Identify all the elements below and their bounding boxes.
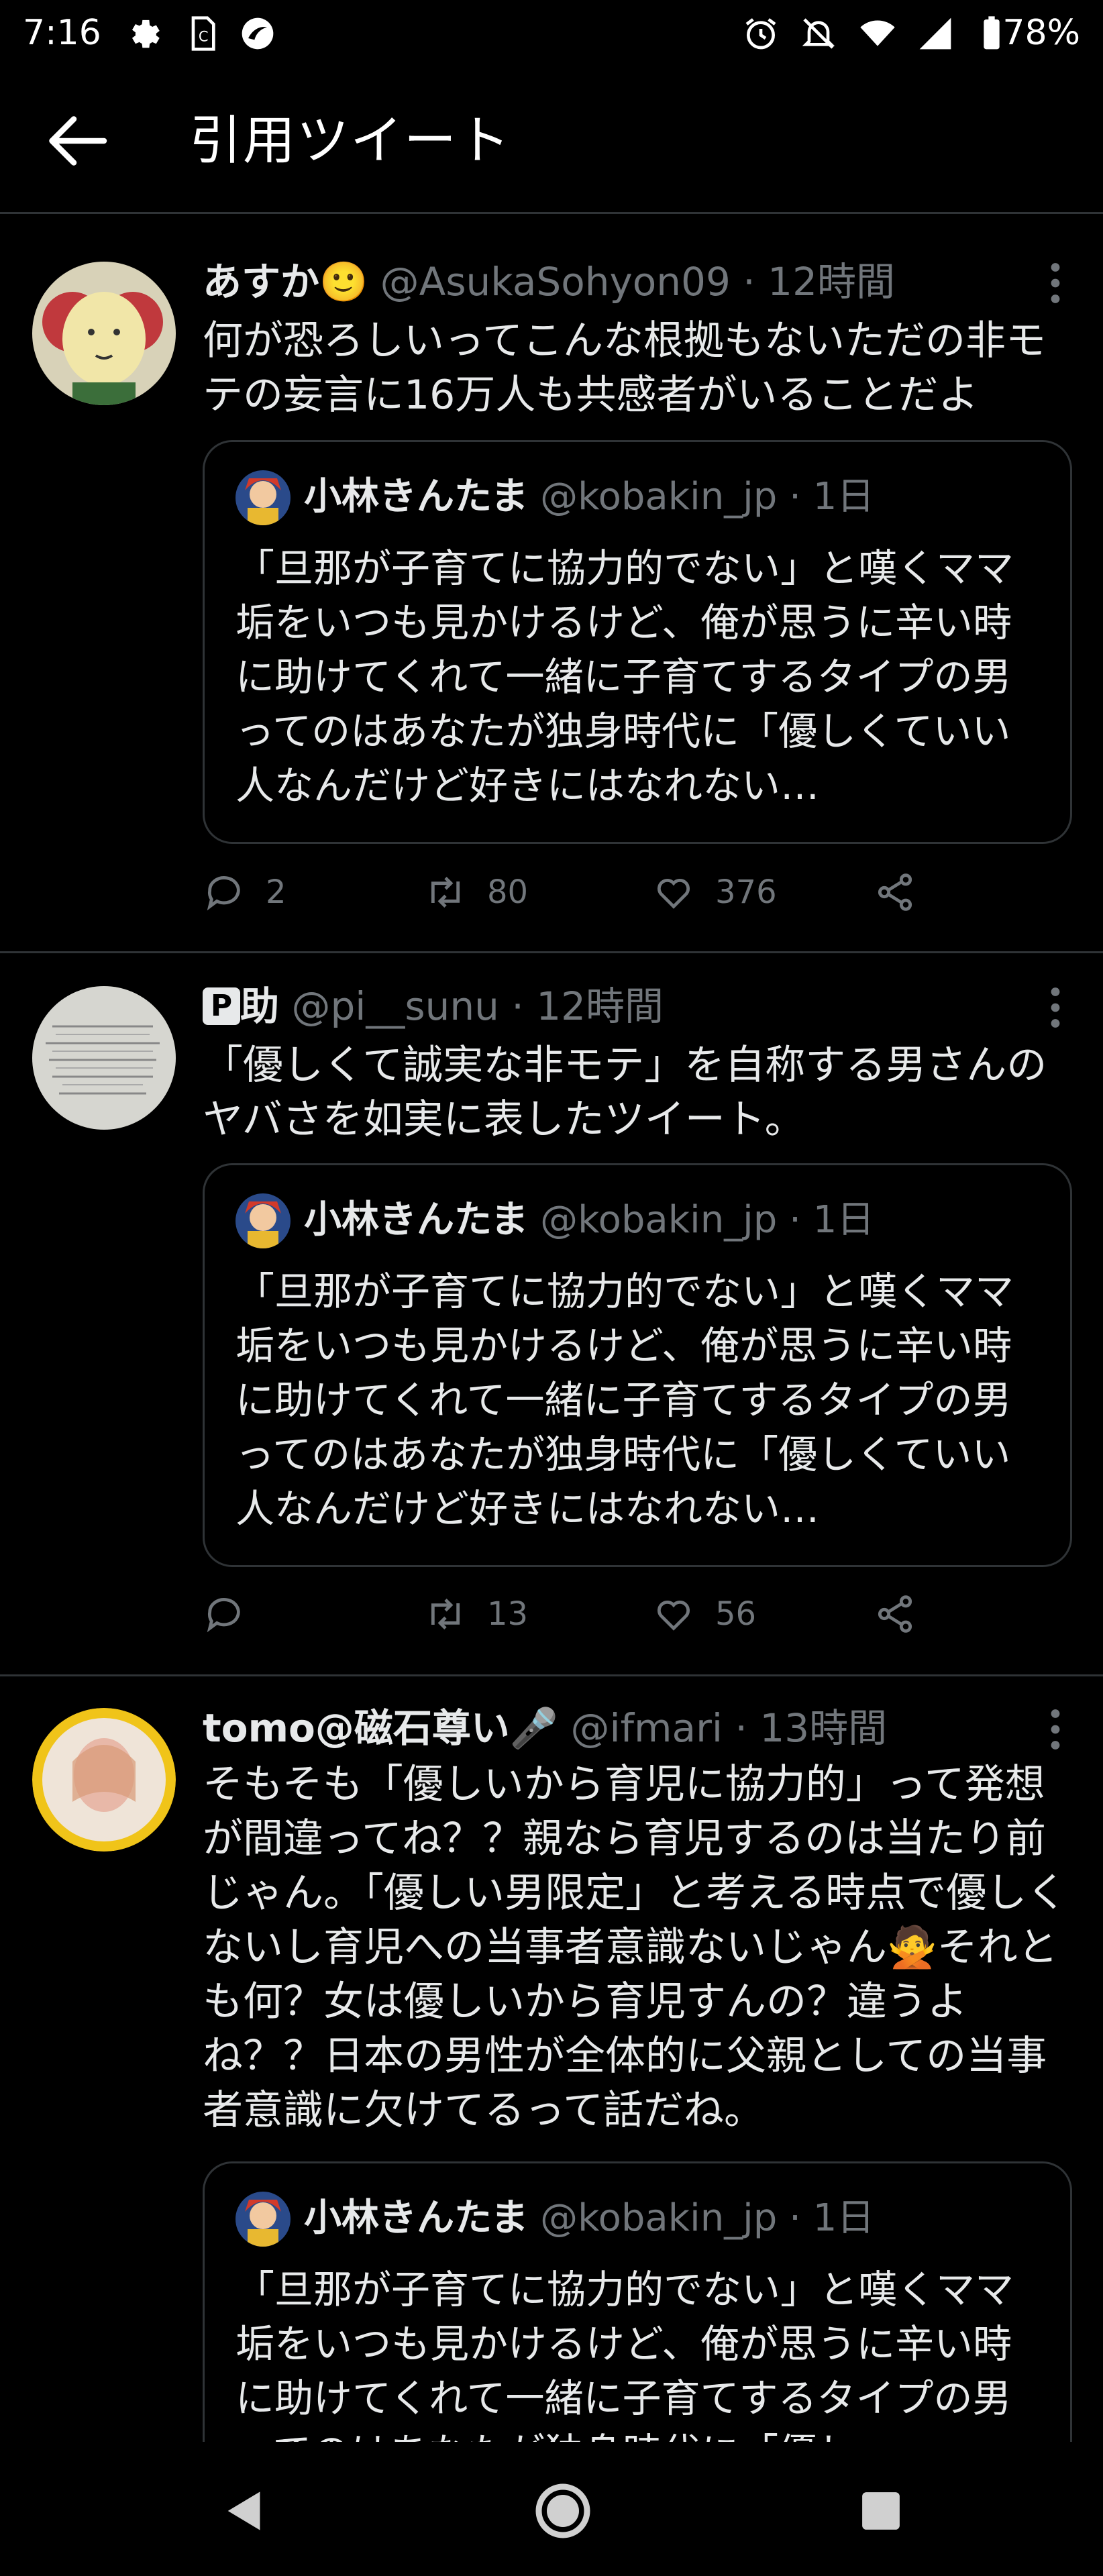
divider [0, 951, 1103, 953]
retweet-button[interactable]: 13 [424, 1587, 528, 1641]
tweet-text: そもそも「優しいから育児に協力的」って発想が間違ってね？？親なら育児するのは当た… [203, 1761, 1067, 2134]
tweet-header: tomo@磁石尊い🎤 @ifmari · 13時間 [203, 1705, 888, 1751]
quote-header: 小林きんたま @kobakin_jp · 1日 [304, 1198, 875, 1242]
tweet[interactable]: P助 @pi__sunu · 12時間 「優しくて誠実な非モテ」を自称する男さん… [0, 959, 1103, 1668]
quote-header: 小林きんたま @kobakin_jp · 1日 [304, 475, 875, 519]
nav-home-icon[interactable] [533, 2481, 593, 2541]
quote-user-handle: @kobakin_jp [540, 475, 778, 519]
reply-count: 2 [266, 873, 286, 911]
quote-avatar [235, 2192, 291, 2247]
user-name[interactable]: あすか🙂 [203, 259, 368, 305]
sim-icon: C [191, 16, 215, 51]
like-button[interactable]: 56 [652, 1587, 756, 1641]
avatar[interactable] [32, 262, 176, 405]
share-button[interactable] [874, 865, 937, 919]
quote-text: 「旦那が子育てに協力的でない」と嘆くママ垢をいつも見かけるけど、俺が思うに辛い時… [235, 1269, 1014, 1532]
user-handle[interactable]: @pi__sunu [291, 983, 498, 1029]
loop-icon [242, 17, 274, 50]
more-options-icon[interactable] [1045, 1708, 1065, 1751]
more-options-icon[interactable] [1045, 262, 1065, 305]
quote-text: 「旦那が子育てに協力的でない」と嘆くママ垢をいつも見かけるけど、俺が思うに辛い時… [235, 545, 1014, 808]
wifi-icon [860, 20, 895, 46]
back-arrow-icon[interactable] [47, 114, 107, 168]
retweet-count: 13 [487, 1595, 529, 1633]
mute-icon [802, 18, 835, 49]
reply-icon [207, 876, 240, 911]
quote-user-handle: @kobakin_jp [540, 1198, 778, 1242]
divider [0, 212, 1103, 214]
status-bar: 7:16 C 78% [0, 0, 1103, 67]
reply-button[interactable]: 2 [203, 865, 286, 919]
more-options-icon[interactable] [1045, 986, 1065, 1029]
tweet-actions: 13 56 [203, 1587, 941, 1641]
status-time: 7:16 [23, 13, 101, 53]
reply-button[interactable] [203, 1587, 266, 1641]
quoted-tweet[interactable]: 小林きんたま @kobakin_jp · 1日 「旦那が子育てに協力的でない」と… [203, 2161, 1072, 2442]
avatar[interactable] [32, 1708, 176, 1851]
user-handle[interactable]: @AsukaSohyon09 [380, 259, 731, 305]
share-icon [878, 1595, 912, 1633]
avatar[interactable] [32, 986, 176, 1130]
heart-icon [657, 1600, 690, 1631]
retweet-button[interactable]: 80 [424, 865, 528, 919]
quoted-tweet[interactable]: 小林きんたま @kobakin_jp · 1日 「旦那が子育てに協力的でない」と… [203, 440, 1072, 844]
quote-time: 1日 [812, 475, 875, 519]
quote-text: 「旦那が子育てに協力的でない」と嘆くママ垢をいつも見かけるけど、俺が思うに辛い時… [235, 2267, 1014, 2442]
quoted-tweet[interactable]: 小林きんたま @kobakin_jp · 1日 「旦那が子育てに協力的でない」と… [203, 1163, 1072, 1567]
name-badge: P [203, 987, 240, 1025]
tweet[interactable]: tomo@磁石尊い🎤 @ifmari · 13時間 そもそも「優しいから育児に協… [0, 1684, 1103, 2442]
nav-recents-icon[interactable] [860, 2490, 902, 2532]
tweet-text: 何が恐ろしいってこんな根拠もないただの非モテの妄言に16万人も共感者がいることだ… [203, 317, 1046, 419]
divider [0, 1674, 1103, 1676]
quote-user-name: 小林きんたま [304, 1198, 529, 1242]
app-header: 引用ツイート [0, 74, 1103, 208]
tweet-header: あすか🙂 @AsukaSohyon09 · 12時間 [203, 259, 895, 305]
retweet-count: 80 [487, 873, 529, 911]
system-nav-bar [0, 2442, 1103, 2576]
quote-user-name: 小林きんたま [304, 475, 529, 519]
page-title: 引用ツイート [189, 111, 512, 171]
user-name[interactable]: 助 [240, 983, 279, 1029]
tweet-text: 「優しくて誠実な非モテ」を自称する男さんのヤバさを如実に表したツイート。 [203, 1042, 1047, 1143]
share-icon [878, 873, 912, 911]
quote-time: 1日 [812, 1198, 875, 1242]
battery-percent: 78% [1002, 13, 1080, 53]
like-count: 56 [715, 1595, 757, 1633]
reply-icon [207, 1598, 240, 1633]
retweet-icon [431, 1598, 460, 1630]
tweet[interactable]: あすか🙂 @AsukaSohyon09 · 12時間 何が恐ろしいってこんな根拠… [0, 235, 1103, 945]
quote-time: 1日 [812, 2196, 875, 2240]
user-name[interactable]: tomo@磁石尊い🎤 [203, 1705, 558, 1751]
like-count: 376 [715, 873, 777, 911]
quote-header: 小林きんたま @kobakin_jp · 1日 [304, 2196, 875, 2240]
tweet-header: P助 @pi__sunu · 12時間 [203, 979, 664, 1033]
tweet-time[interactable]: 12時間 [536, 983, 664, 1029]
svg-text:C: C [199, 29, 209, 45]
alarm-icon [745, 18, 776, 50]
tweet-time[interactable]: 13時間 [759, 1705, 887, 1751]
user-handle[interactable]: @ifmari [571, 1705, 723, 1751]
gear-icon [132, 19, 160, 48]
quote-user-handle: @kobakin_jp [540, 2196, 778, 2240]
nav-back-icon[interactable] [221, 2487, 264, 2534]
signal-icon [919, 17, 951, 50]
quote-user-name: 小林きんたま [304, 2196, 529, 2240]
share-button[interactable] [874, 1587, 937, 1641]
heart-icon [657, 878, 690, 909]
tweet-time[interactable]: 12時間 [768, 259, 895, 305]
like-button[interactable]: 376 [652, 865, 777, 919]
retweet-icon [431, 876, 460, 908]
quote-avatar [235, 470, 291, 525]
tweet-actions: 2 80 376 [203, 865, 941, 919]
quote-avatar [235, 1193, 291, 1248]
